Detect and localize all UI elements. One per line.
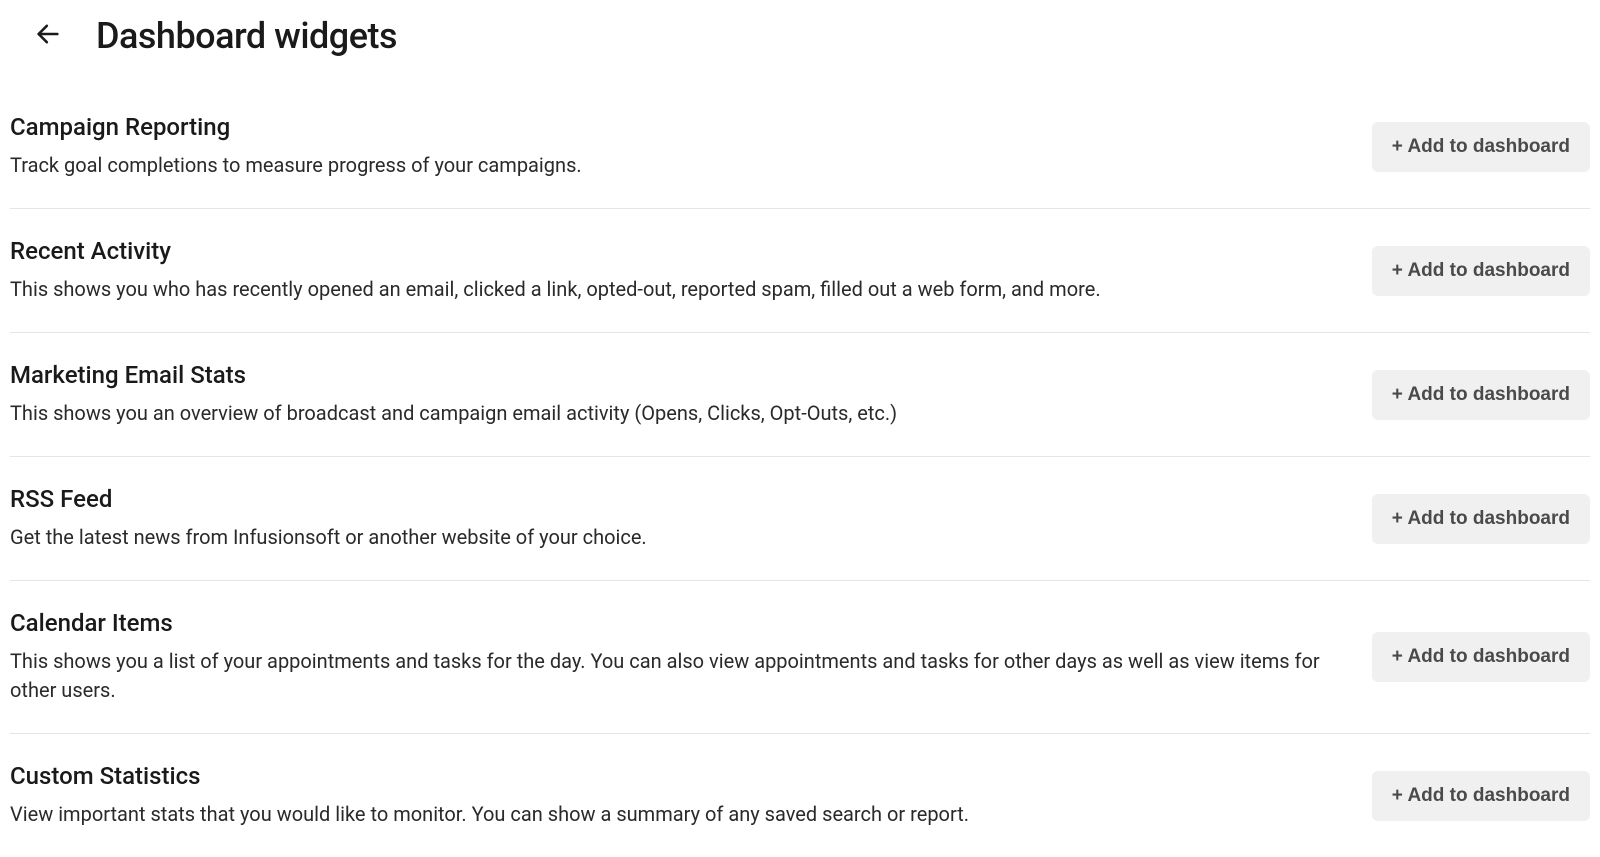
widget-title: RSS Feed [10,485,1332,513]
add-to-dashboard-button[interactable]: + Add to dashboard [1372,122,1590,172]
add-to-dashboard-button[interactable]: + Add to dashboard [1372,370,1590,420]
add-to-dashboard-button[interactable]: + Add to dashboard [1372,771,1590,821]
widget-row-rss-feed: RSS Feed Get the latest news from Infusi… [10,457,1590,581]
widget-row-recent-activity: Recent Activity This shows you who has r… [10,209,1590,333]
widget-description: This shows you an overview of broadcast … [10,399,1332,428]
widget-info: Recent Activity This shows you who has r… [10,237,1332,304]
widget-list: Campaign Reporting Track goal completion… [0,85,1600,857]
widget-info: RSS Feed Get the latest news from Infusi… [10,485,1332,552]
widget-title: Marketing Email Stats [10,361,1332,389]
widget-title: Recent Activity [10,237,1332,265]
widget-description: View important stats that you would like… [10,800,1332,829]
widget-title: Custom Statistics [10,762,1332,790]
arrow-left-icon [34,20,62,51]
add-to-dashboard-button[interactable]: + Add to dashboard [1372,494,1590,544]
page-title: Dashboard widgets [96,15,397,57]
add-to-dashboard-button[interactable]: + Add to dashboard [1372,632,1590,682]
widget-title: Campaign Reporting [10,113,1332,141]
widget-title: Calendar Items [10,609,1332,637]
widget-row-calendar-items: Calendar Items This shows you a list of … [10,581,1590,734]
widget-description: Get the latest news from Infusionsoft or… [10,523,1332,552]
widget-description: Track goal completions to measure progre… [10,151,1332,180]
back-button[interactable] [28,14,68,57]
widget-description: This shows you who has recently opened a… [10,275,1332,304]
widget-row-custom-statistics: Custom Statistics View important stats t… [10,734,1590,857]
widget-row-campaign-reporting: Campaign Reporting Track goal completion… [10,85,1590,209]
widget-description: This shows you a list of your appointmen… [10,647,1332,705]
widget-info: Custom Statistics View important stats t… [10,762,1332,829]
page-header: Dashboard widgets [0,0,1600,85]
add-to-dashboard-button[interactable]: + Add to dashboard [1372,246,1590,296]
widget-info: Calendar Items This shows you a list of … [10,609,1332,705]
widget-info: Campaign Reporting Track goal completion… [10,113,1332,180]
widget-row-marketing-email-stats: Marketing Email Stats This shows you an … [10,333,1590,457]
widget-info: Marketing Email Stats This shows you an … [10,361,1332,428]
